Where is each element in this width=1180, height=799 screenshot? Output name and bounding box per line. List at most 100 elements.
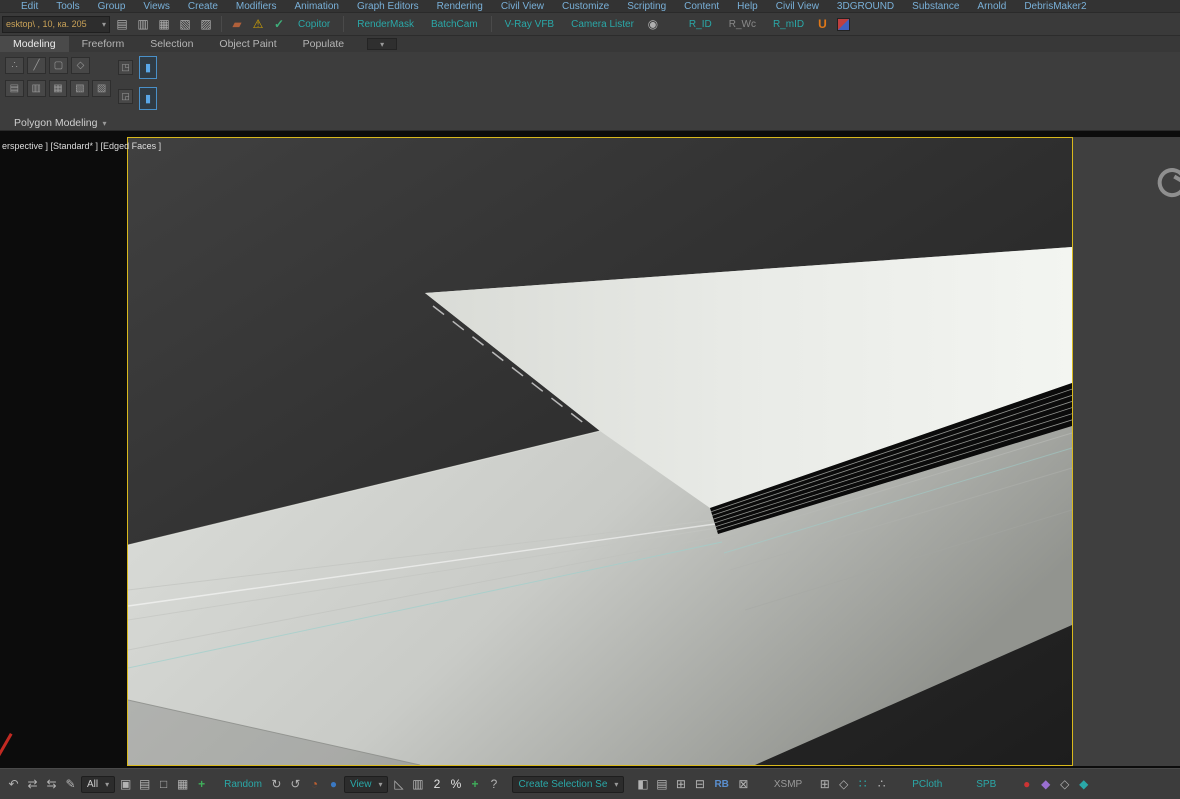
spb-button[interactable]: SPB — [972, 779, 1000, 790]
ribbon-tab[interactable]: Populate — [290, 36, 357, 52]
menu-item[interactable]: Create — [179, 0, 227, 13]
sphere-icon[interactable]: ◔ — [306, 777, 323, 791]
named-set-icon-2[interactable]: ▥ — [134, 14, 152, 34]
ribbon-tool-icon-5[interactable]: ▨ — [92, 80, 111, 97]
refresh-icon[interactable]: ↻ — [268, 777, 285, 791]
rendermask-button[interactable]: RenderMask — [350, 19, 421, 30]
menu-item[interactable]: Group — [89, 0, 135, 13]
vertex-mode-icon[interactable]: ∴ — [5, 57, 24, 74]
menu-item[interactable]: Help — [728, 0, 767, 13]
ribbon-tool-icon-4[interactable]: ▧ — [70, 80, 90, 97]
menu-item[interactable]: Animation — [285, 0, 347, 13]
selection-filter-combo[interactable]: All ▾ — [81, 775, 116, 793]
percent-snap-icon[interactable]: % — [447, 777, 464, 791]
panel-icon-2[interactable]: ▤ — [653, 777, 670, 791]
menu-item[interactable]: Customize — [553, 0, 618, 13]
refresh-ccw-icon[interactable]: ↺ — [287, 777, 304, 791]
r-id-button[interactable]: R_ID — [682, 19, 719, 30]
named-set-icon-1[interactable]: ▤ — [113, 14, 131, 34]
menu-item[interactable]: Edit — [12, 0, 47, 13]
right-viewport-panel[interactable]: ⟳ — [1073, 137, 1180, 766]
filter-icon-4[interactable]: ▦ — [174, 777, 191, 791]
menu-item[interactable]: Civil View — [767, 0, 828, 13]
pcloth-button[interactable]: PCloth — [908, 779, 946, 790]
camera-icon[interactable]: ◉ — [644, 14, 662, 34]
unlink-icon[interactable]: ⇆ — [43, 777, 60, 791]
mini-panel-icon-2[interactable]: ◲ — [118, 89, 133, 104]
named-set-icon-4[interactable]: ▧ — [176, 14, 194, 34]
snap-level-icon[interactable]: 2 — [428, 777, 445, 791]
viewcube-orbit-arrow-icon[interactable]: ⟳ — [1149, 151, 1180, 216]
menu-item[interactable]: Modifiers — [227, 0, 286, 13]
grid-box-icon[interactable]: ⊞ — [816, 777, 833, 791]
menu-item[interactable]: Views — [134, 0, 179, 13]
warning-icon[interactable]: ⚠ — [249, 14, 267, 34]
copitor-button[interactable]: Copitor — [291, 19, 337, 30]
viewport-label[interactable]: erspective ] [Standard* ] [Edged Faces ] — [2, 141, 161, 151]
menu-item[interactable]: Content — [675, 0, 728, 13]
menu-item[interactable]: DebrisMaker2 — [1015, 0, 1095, 13]
batchcam-button[interactable]: BatchCam — [424, 19, 485, 30]
rb-tool-icon[interactable]: RB — [710, 779, 732, 790]
angle-snap-icon[interactable]: ◺ — [390, 777, 407, 791]
filter-icon-1[interactable]: ▣ — [117, 777, 134, 791]
menu-item[interactable]: Civil View — [492, 0, 553, 13]
dots-tool-icon[interactable]: ∷ — [854, 777, 871, 791]
plugin-icon-gray[interactable]: ◇ — [1056, 777, 1073, 791]
camera-lister-button[interactable]: Camera Lister — [564, 19, 641, 30]
r-wc-button[interactable]: R_Wc — [722, 19, 763, 30]
ribbon-config-dropdown[interactable]: ▾ — [367, 38, 398, 50]
menu-item[interactable]: Arnold — [968, 0, 1015, 13]
tri-dots-icon[interactable]: ∴ — [873, 777, 890, 791]
select-link-icon[interactable]: ⇄ — [24, 777, 41, 791]
close-box-icon[interactable]: ⊠ — [735, 777, 752, 791]
paint-tool-icon[interactable]: ▰ — [228, 14, 246, 34]
mini-panel-icon-1[interactable]: ◳ — [118, 60, 133, 75]
r-mid-button[interactable]: R_mID — [766, 19, 811, 30]
active-viewport[interactable] — [127, 137, 1073, 766]
ribbon-tab[interactable]: Object Paint — [206, 36, 289, 52]
add-icon[interactable]: + — [193, 777, 210, 791]
border-mode-icon[interactable]: ▢ — [49, 57, 68, 74]
diamond-tool-icon[interactable]: ◇ — [835, 777, 852, 791]
menu-item[interactable]: Rendering — [428, 0, 492, 13]
orb-icon[interactable]: ● — [325, 777, 342, 791]
undo-icon[interactable]: ↶ — [5, 777, 22, 791]
vray-vfb-button[interactable]: V-Ray VFB — [498, 19, 561, 30]
view-combo[interactable]: View ▾ — [343, 775, 389, 793]
panel-icon-3[interactable]: ⊞ — [672, 777, 689, 791]
plugin-icon-teal[interactable]: ◆ — [1075, 777, 1092, 791]
grid-snap-icon[interactable]: ▥ — [409, 777, 426, 791]
status-dot-red[interactable]: ● — [1018, 777, 1035, 791]
viewport-canvas[interactable] — [128, 138, 1072, 765]
collapsed-panel-button-2[interactable]: ▮ — [139, 87, 157, 110]
polygon-modeling-panel-title[interactable]: Polygon Modeling ▾ — [14, 117, 107, 129]
unwrap-tool-icon[interactable]: U — [814, 17, 831, 31]
ribbon-tool-icon-3[interactable]: ▦ — [48, 80, 68, 97]
ribbon-tool-icon-2[interactable]: ▥ — [26, 80, 46, 97]
panel-icon-1[interactable]: ◧ — [634, 777, 651, 791]
menu-item[interactable]: 3DGROUND — [828, 0, 903, 13]
polygon-mode-icon[interactable]: ◇ — [71, 57, 90, 74]
named-set-icon-5[interactable]: ▨ — [197, 14, 215, 34]
ribbon-tab[interactable]: Selection — [137, 36, 206, 52]
create-selection-set-combo[interactable]: Create Selection Se ▾ — [512, 775, 625, 793]
edit-icon[interactable]: ✎ — [62, 777, 79, 791]
menu-item[interactable]: Scripting — [618, 0, 675, 13]
ribbon-tab[interactable]: Modeling — [0, 36, 69, 52]
filter-icon-3[interactable]: □ — [155, 777, 172, 791]
collapsed-panel-button-1[interactable]: ▮ — [139, 56, 157, 79]
menu-item[interactable]: Graph Editors — [348, 0, 428, 13]
named-set-icon-3[interactable]: ▦ — [155, 14, 173, 34]
help-icon[interactable]: ? — [485, 777, 502, 791]
menu-item[interactable]: Substance — [903, 0, 968, 13]
edge-mode-icon[interactable]: ╱ — [27, 57, 46, 74]
check-tool-icon[interactable]: ✓ — [270, 14, 288, 34]
plus-icon[interactable]: + — [466, 777, 483, 791]
random-button[interactable]: Random — [220, 779, 266, 790]
xsmp-button[interactable]: XSMP — [770, 779, 806, 790]
selection-set-combo[interactable]: esktop\ , 10, ка. 205 ▾ — [2, 15, 110, 33]
menu-item[interactable]: Tools — [47, 0, 88, 13]
ribbon-tool-icon-1[interactable]: ▤ — [5, 80, 24, 97]
ribbon-tab[interactable]: Freeform — [69, 36, 138, 52]
